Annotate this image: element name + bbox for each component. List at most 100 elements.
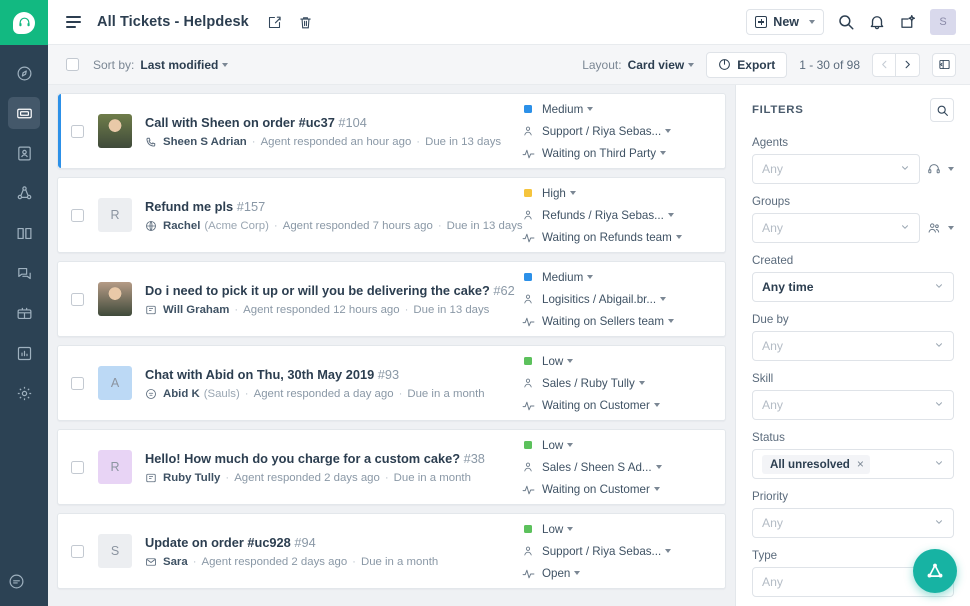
ticket-priority[interactable]: Low <box>521 523 711 536</box>
ticket-title[interactable]: Do i need to pick it up or will you be d… <box>145 283 509 298</box>
ticket-card[interactable]: SUpdate on order #uc928 #94Sara·Agent re… <box>57 513 726 589</box>
ticket-priority[interactable]: Low <box>521 355 711 368</box>
bell-icon[interactable] <box>868 13 886 31</box>
filter-label: Groups <box>752 195 954 208</box>
ticket-status[interactable]: Waiting on Refunds team <box>521 231 711 244</box>
ticket-priority[interactable]: Medium <box>521 103 711 116</box>
filter-panel-toggle[interactable] <box>932 53 956 77</box>
ticket-title[interactable]: Refund me pls #157 <box>145 199 509 214</box>
edit-square-icon[interactable] <box>267 15 282 30</box>
sidebar-item-admin[interactable] <box>8 377 40 409</box>
filter-select-due-by[interactable]: Any <box>752 331 954 361</box>
ticket-meta: Ruby Tully·Agent responded 2 days ago·Du… <box>145 472 509 484</box>
prev-page-button[interactable] <box>872 53 896 77</box>
pager <box>872 53 920 77</box>
filter-select-priority[interactable]: Any <box>752 508 954 538</box>
search-icon <box>936 104 949 117</box>
chevron-down-icon <box>587 275 593 279</box>
chevron-down-icon <box>574 571 580 575</box>
export-button[interactable]: Export <box>706 52 787 78</box>
next-page-button[interactable] <box>896 53 920 77</box>
status-label: Waiting on Customer <box>542 399 650 412</box>
filter-search-button[interactable] <box>930 98 954 122</box>
ticket-title[interactable]: Hello! How much do you charge for a cust… <box>145 451 509 466</box>
ticket-card[interactable]: AChat with Abid on Thu, 30th May 2019 #9… <box>57 345 726 421</box>
ticket-meta: Sheen S Adrian·Agent responded an hour a… <box>145 136 509 148</box>
sidebar-item-social[interactable] <box>8 297 40 329</box>
ticket-group[interactable]: Support / Riya Sebas... <box>521 125 711 138</box>
ticket-activity: Agent responded 7 hours ago <box>283 220 433 232</box>
filter-fields: AgentsAnyGroupsAnyCreatedAny timeDue byA… <box>752 136 954 606</box>
separator-dot: · <box>385 472 389 484</box>
ticket-checkbox[interactable] <box>71 461 84 474</box>
ticket-body: Call with Sheen on order #uc37 #104 Sheen… <box>145 115 509 148</box>
ticket-priority[interactable]: High <box>521 187 711 200</box>
ticket-group[interactable]: Refunds / Riya Sebas... <box>521 209 711 222</box>
filter-value: Any <box>762 162 783 176</box>
ticket-status[interactable]: Open <box>521 567 711 580</box>
ticket-card[interactable]: Do i need to pick it up or will you be d… <box>57 261 726 337</box>
status-label: Waiting on Third Party <box>542 147 656 160</box>
ticket-checkbox[interactable] <box>71 209 84 222</box>
app-logo[interactable] <box>0 0 48 45</box>
filter-select-status[interactable]: All unresolved× <box>752 449 954 479</box>
remove-chip-icon[interactable]: × <box>857 458 864 470</box>
sidebar-item-solutions[interactable] <box>8 217 40 249</box>
filter-group: SkillAny <box>752 372 954 420</box>
user-avatar[interactable]: S <box>930 9 956 35</box>
sparkle-apps-icon[interactable] <box>899 13 917 31</box>
sidebar-item-dashboard[interactable] <box>8 57 40 89</box>
ticket-status[interactable]: Waiting on Customer <box>521 399 711 412</box>
search-icon[interactable] <box>837 13 855 31</box>
sidebar-item-contacts[interactable] <box>8 137 40 169</box>
sidebar-item-forums[interactable] <box>8 257 40 289</box>
select-all-checkbox[interactable] <box>66 58 79 71</box>
ticket-group[interactable]: Sales / Ruby Tully <box>521 377 711 390</box>
new-button[interactable]: New <box>746 9 824 35</box>
sidebar-item-feedback[interactable] <box>8 573 25 590</box>
sidebar-item-automation[interactable] <box>8 177 40 209</box>
ticket-checkbox[interactable] <box>71 293 84 306</box>
ticket-status[interactable]: Waiting on Sellers team <box>521 315 711 328</box>
trash-icon[interactable] <box>298 15 313 30</box>
hamburger-icon[interactable] <box>66 16 81 28</box>
sidebar-item-tickets[interactable] <box>8 97 40 129</box>
ticket-card[interactable]: RHello! How much do you charge for a cus… <box>57 429 726 505</box>
filter-label: Status <box>752 431 954 444</box>
layout-value[interactable]: Card view <box>628 58 695 72</box>
ticket-card[interactable]: Call with Sheen on order #uc37 #104 Sheen… <box>57 93 726 169</box>
ticket-checkbox[interactable] <box>71 377 84 390</box>
forums-icon <box>16 265 33 282</box>
ticket-group[interactable]: Support / Riya Sebas... <box>521 545 711 558</box>
filters-header: FILTERS <box>752 98 954 122</box>
ticket-title[interactable]: Call with Sheen on order #uc37 #104 <box>145 115 509 130</box>
filter-select-created[interactable]: Any time <box>752 272 954 302</box>
filter-adornment[interactable] <box>927 221 954 235</box>
ticket-priority[interactable]: Low <box>521 439 711 452</box>
ticket-checkbox[interactable] <box>71 125 84 138</box>
sort-by-value[interactable]: Last modified <box>140 58 228 72</box>
ticket-title[interactable]: Chat with Abid on Thu, 30th May 2019 #93 <box>145 367 509 382</box>
ticket-priority[interactable]: Medium <box>521 271 711 284</box>
chevron-down-icon <box>668 319 674 323</box>
filter-select-skill[interactable]: Any <box>752 390 954 420</box>
chevron-down-icon <box>567 527 573 531</box>
filter-select-agents[interactable]: Any <box>752 154 920 184</box>
filter-select-groups[interactable]: Any <box>752 213 920 243</box>
ticket-title[interactable]: Update on order #uc928 #94 <box>145 535 509 550</box>
ticket-due: Due in 13 days <box>413 304 489 316</box>
ticket-status[interactable]: Waiting on Customer <box>521 483 711 496</box>
freddy-bot-button[interactable] <box>913 549 957 593</box>
ticket-activity: Agent responded 2 days ago <box>234 472 380 484</box>
filter-adornment[interactable] <box>927 162 954 176</box>
ticket-checkbox[interactable] <box>71 545 84 558</box>
ticket-group[interactable]: Logisitics / Abigail.br... <box>521 293 711 306</box>
filter-value: Any <box>762 221 783 235</box>
ticket-card[interactable]: RRefund me pls #157Rachel(Acme Corp)·Age… <box>57 177 726 253</box>
ticket-number: #38 <box>460 451 485 466</box>
ticket-status[interactable]: Waiting on Third Party <box>521 147 711 160</box>
sidebar-item-reports[interactable] <box>8 337 40 369</box>
ticket-group[interactable]: Sales / Sheen S Ad... <box>521 461 711 474</box>
chevron-down-icon <box>934 514 944 532</box>
ticket-subject: Hello! How much do you charge for a cust… <box>145 451 460 466</box>
